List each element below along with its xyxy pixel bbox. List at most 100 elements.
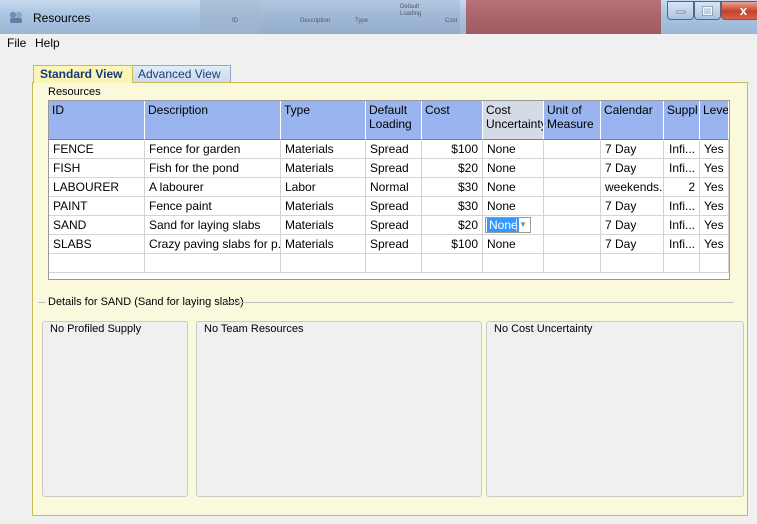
cell-id[interactable] [49, 254, 145, 273]
cell-supply[interactable]: Infi... [664, 197, 700, 216]
cell-description[interactable]: Fence for garden [145, 140, 281, 159]
cell-cost-uncertainty[interactable]: None [483, 178, 544, 197]
cell-type[interactable]: Materials [281, 235, 366, 254]
cell-description[interactable]: Crazy paving slabs for p... [145, 235, 281, 254]
cell-description[interactable]: Fish for the pond [145, 159, 281, 178]
cell-unit-of-measure[interactable] [544, 216, 601, 235]
tab-standard-view[interactable]: Standard View [33, 65, 133, 83]
cell-unit-of-measure[interactable] [544, 235, 601, 254]
cell-id[interactable]: PAINT [49, 197, 145, 216]
cell-cost-uncertainty[interactable]: None [483, 235, 544, 254]
cell-unit-of-measure[interactable] [544, 197, 601, 216]
chevron-down-icon[interactable]: ▼ [516, 219, 529, 231]
cell-type[interactable]: Materials [281, 159, 366, 178]
minimize-button[interactable] [667, 1, 694, 20]
resources-grid[interactable]: ID Description Type Default Loading Cost… [48, 100, 730, 280]
menu-help[interactable]: Help [35, 36, 60, 50]
maximize-button[interactable] [694, 1, 721, 20]
cell-leveling[interactable]: Yes [700, 178, 729, 197]
cell-type[interactable] [281, 254, 366, 273]
column-header-unit-of-measure[interactable]: Unit of Measure [544, 101, 601, 140]
column-header-type[interactable]: Type [281, 101, 366, 140]
close-button[interactable]: x [721, 1, 757, 20]
menu-file[interactable]: File [7, 36, 26, 50]
cell-calendar[interactable] [601, 254, 664, 273]
cell-id[interactable]: SLABS [49, 235, 145, 254]
cell-description[interactable]: A labourer [145, 178, 281, 197]
cell-supply[interactable]: Infi... [664, 159, 700, 178]
cell-leveling[interactable] [700, 254, 729, 273]
cell-cost[interactable]: $20 [422, 216, 483, 235]
cell-default-loading[interactable] [366, 254, 422, 273]
column-header-cost[interactable]: Cost [422, 101, 483, 140]
cell-type[interactable]: Labor [281, 178, 366, 197]
cell-cost[interactable]: $20 [422, 159, 483, 178]
cell-cost[interactable]: $30 [422, 197, 483, 216]
cell-unit-of-measure[interactable] [544, 178, 601, 197]
column-header-supply[interactable]: Suppl [664, 101, 700, 140]
cell-type[interactable]: Materials [281, 197, 366, 216]
cell-leveling[interactable]: Yes [700, 197, 729, 216]
cell-calendar[interactable]: 7 Day [601, 140, 664, 159]
column-header-description[interactable]: Description [145, 101, 281, 140]
cell-description[interactable]: Sand for laying slabs [145, 216, 281, 235]
cell-calendar[interactable]: 7 Day [601, 197, 664, 216]
cell-unit-of-measure[interactable] [544, 140, 601, 159]
cell-id[interactable]: FISH [49, 159, 145, 178]
cell-calendar[interactable]: 7 Day [601, 235, 664, 254]
cell-id[interactable]: FENCE [49, 140, 145, 159]
cell-calendar[interactable]: 7 Day [601, 216, 664, 235]
cell-supply[interactable]: 2 [664, 178, 700, 197]
cell-cost-uncertainty[interactable]: None ▼ [483, 216, 544, 235]
cell-cost[interactable] [422, 254, 483, 273]
column-header-cost-uncertainty[interactable]: Cost Uncertainty [483, 101, 544, 140]
cost-uncertainty-dropdown[interactable]: None ▼ [485, 217, 531, 233]
table-row[interactable]: FENCE Fence for garden Materials Spread $100… [49, 140, 729, 159]
cell-id[interactable]: LABOURER [49, 178, 145, 197]
cell-leveling[interactable]: Yes [700, 140, 729, 159]
table-row[interactable]: FISH Fish for the pond Materials Spread $20 N… [49, 159, 729, 178]
cell-type[interactable]: Materials [281, 216, 366, 235]
cell-leveling[interactable]: Yes [700, 159, 729, 178]
tab-advanced-view[interactable]: Advanced View [131, 65, 231, 83]
cell-leveling[interactable]: Yes [700, 235, 729, 254]
cell-cost[interactable]: $100 [422, 235, 483, 254]
table-row[interactable]: SAND Sand for laying slabs Materials Spread… [49, 216, 729, 235]
cell-default-loading[interactable]: Spread [366, 140, 422, 159]
cell-type[interactable]: Materials [281, 140, 366, 159]
cell-unit-of-measure[interactable] [544, 159, 601, 178]
table-row[interactable]: SLABS Crazy paving slabs for p... Material… [49, 235, 729, 254]
cell-unit-of-measure[interactable] [544, 254, 601, 273]
cell-leveling[interactable]: Yes [700, 216, 729, 235]
window-titlebar[interactable]: ID Description Type Default Loading Cost… [0, 0, 757, 34]
column-header-id[interactable]: ID [49, 101, 145, 140]
table-row[interactable]: LABOURER A labourer Labor Normal $30 None week… [49, 178, 729, 197]
cell-calendar[interactable]: 7 Day [601, 159, 664, 178]
column-header-calendar[interactable]: Calendar [601, 101, 664, 140]
cell-description[interactable] [145, 254, 281, 273]
cell-description[interactable]: Fence paint [145, 197, 281, 216]
cell-default-loading[interactable]: Spread [366, 216, 422, 235]
cell-cost-uncertainty[interactable] [483, 254, 544, 273]
cell-cost[interactable]: $30 [422, 178, 483, 197]
cell-cost-uncertainty[interactable]: None [483, 159, 544, 178]
cell-id[interactable]: SAND [49, 216, 145, 235]
cell-supply[interactable]: Infi... [664, 216, 700, 235]
cell-default-loading[interactable]: Spread [366, 159, 422, 178]
cell-supply[interactable]: Infi... [664, 140, 700, 159]
cell-cost[interactable]: $100 [422, 140, 483, 159]
table-row[interactable]: PAINT Fence paint Materials Spread $30 None 7 … [49, 197, 729, 216]
cell-default-loading[interactable]: Spread [366, 197, 422, 216]
cell-calendar[interactable]: weekends... [601, 178, 664, 197]
column-header-default-loading[interactable]: Default Loading [366, 101, 422, 140]
details-divider [224, 302, 734, 303]
cell-default-loading[interactable]: Normal [366, 178, 422, 197]
cell-cost-uncertainty[interactable]: None [483, 197, 544, 216]
cell-default-loading[interactable]: Spread [366, 235, 422, 254]
background-window-text: Type [355, 18, 369, 24]
cell-supply[interactable]: Infi... [664, 235, 700, 254]
cell-cost-uncertainty[interactable]: None [483, 140, 544, 159]
column-header-leveling[interactable]: Leve [700, 101, 729, 140]
cell-supply[interactable] [664, 254, 700, 273]
new-row[interactable] [49, 254, 729, 273]
